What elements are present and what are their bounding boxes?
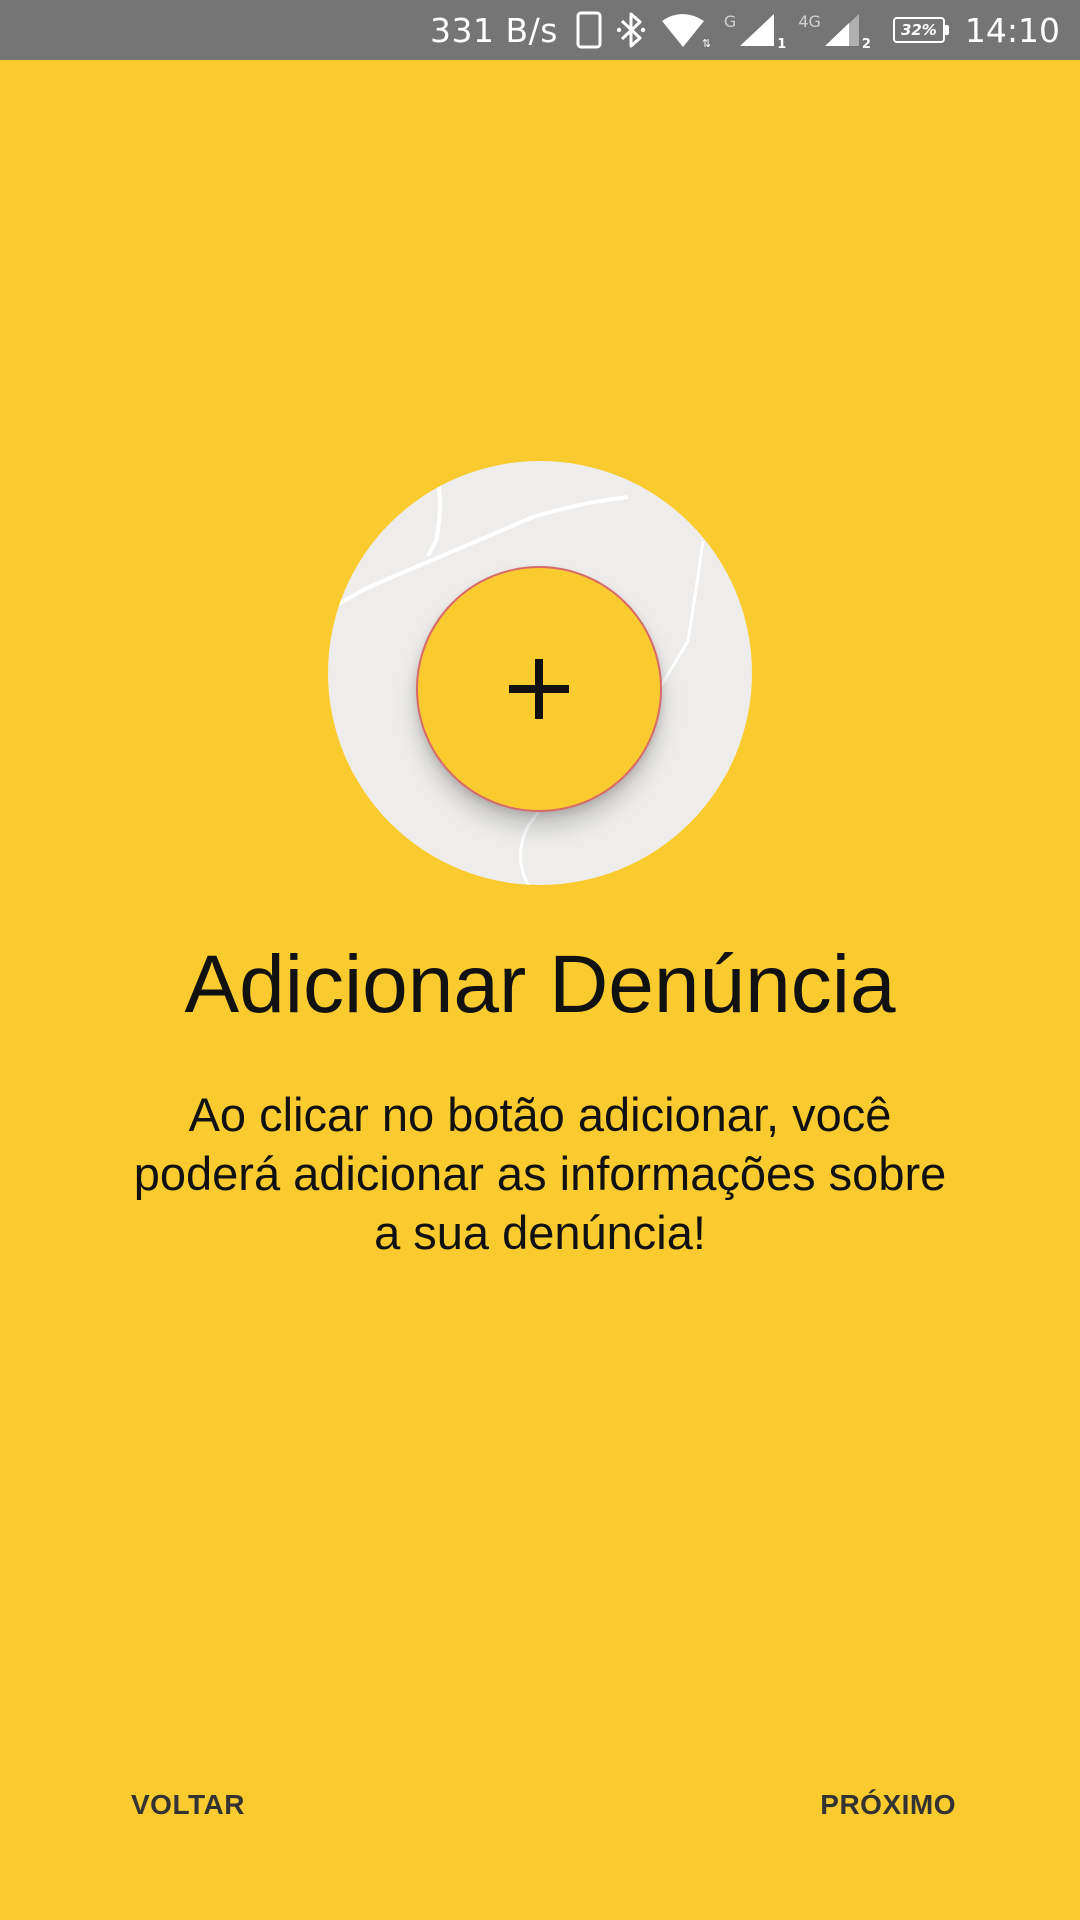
wifi-icon: ⇅ bbox=[660, 11, 710, 49]
phone-icon bbox=[576, 11, 602, 49]
onboarding-screen: 331 B/s ⇅ G 1 4G 2 32% 14:10 Adicionar D… bbox=[0, 0, 1080, 1920]
sim1-index: 1 bbox=[777, 37, 787, 52]
bluetooth-icon bbox=[616, 11, 646, 49]
sim2-index: 2 bbox=[861, 37, 871, 52]
signal-sim1-icon: 1 bbox=[738, 12, 786, 52]
plus-icon bbox=[509, 659, 569, 719]
status-bar: 331 B/s ⇅ G 1 4G 2 32% 14:10 bbox=[0, 0, 1080, 60]
next-button[interactable]: PRÓXIMO bbox=[820, 1780, 956, 1830]
battery-level: 32% bbox=[900, 21, 937, 39]
sim1-network-label: G bbox=[723, 12, 737, 31]
page-description: Ao clicar no botão adicionar, você poder… bbox=[133, 1088, 947, 1259]
clock: 14:10 bbox=[964, 10, 1060, 50]
back-button[interactable]: VOLTAR bbox=[131, 1780, 245, 1830]
battery-icon: 32% bbox=[892, 17, 949, 43]
signal-sim2-icon: 2 bbox=[823, 12, 871, 52]
add-complaint-button[interactable] bbox=[416, 566, 662, 812]
svg-text:⇅: ⇅ bbox=[702, 37, 710, 49]
sim2-network-label: 4G bbox=[798, 12, 821, 31]
network-speed: 331 B/s bbox=[429, 10, 558, 50]
page-title: Adicionar Denúncia bbox=[184, 939, 896, 1030]
